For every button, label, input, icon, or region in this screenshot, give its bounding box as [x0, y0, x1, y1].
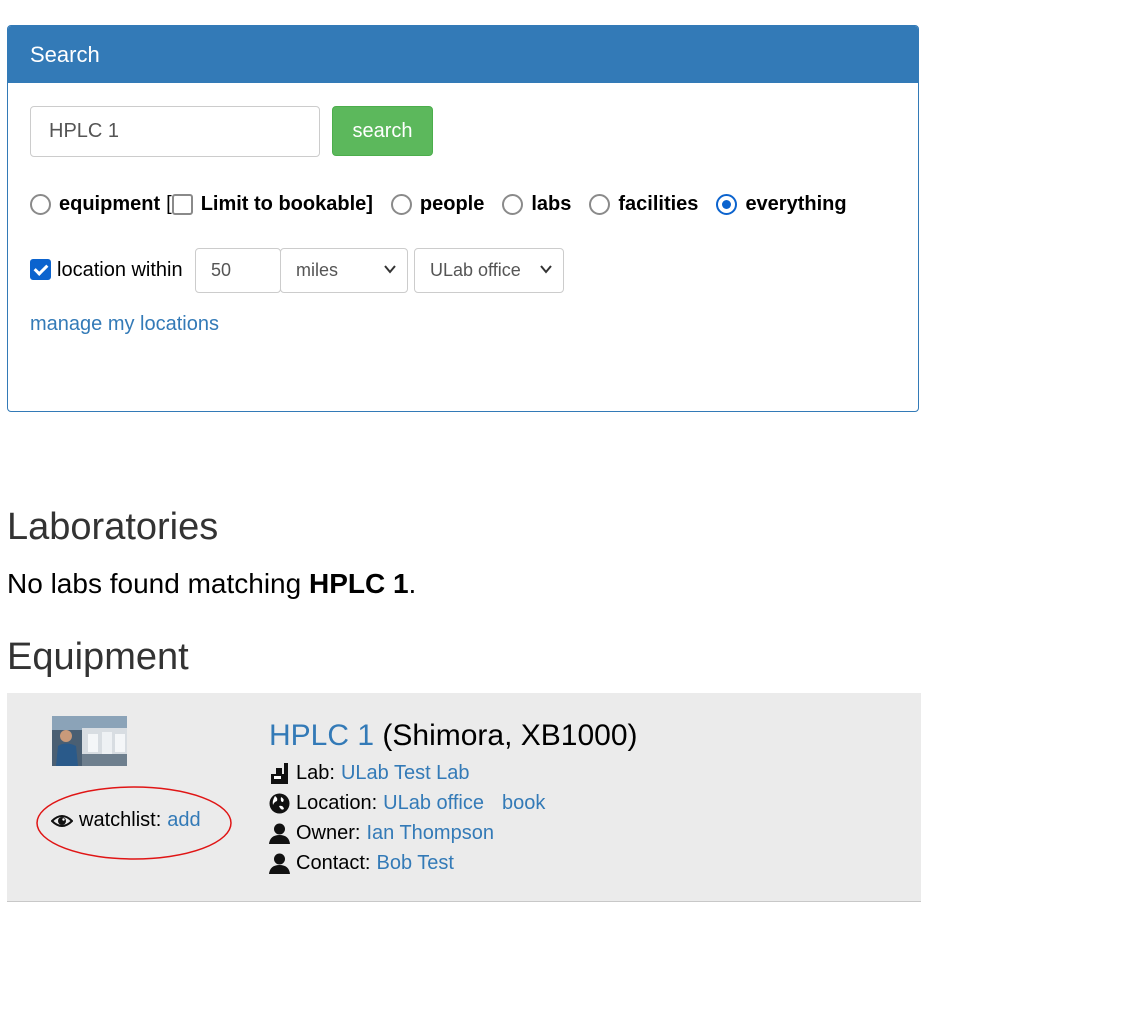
radio-facilities-label: facilities: [618, 192, 699, 215]
no-labs-suffix: .: [408, 568, 417, 599]
laboratories-heading: Laboratories: [7, 506, 219, 548]
limit-bookable-label: Limit to bookable]: [200, 192, 373, 215]
distance-input[interactable]: 50: [195, 248, 281, 293]
equipment-name-link[interactable]: HPLC 1: [269, 719, 374, 752]
contact-link[interactable]: Bob Test: [376, 852, 453, 875]
no-labs-term: HPLC 1: [308, 568, 409, 599]
radio-labs[interactable]: [502, 193, 524, 215]
equipment-owner: Owner: Ian Thompson: [269, 822, 494, 845]
location-link[interactable]: ULab office: [383, 792, 484, 815]
chevron-down-icon: [384, 265, 396, 274]
equipment-contact: Contact: Bob Test: [269, 852, 454, 875]
distance-unit-value: miles: [296, 260, 339, 280]
distance-value: 50: [211, 260, 232, 280]
radio-labs-label: labs: [531, 192, 572, 215]
owner-link[interactable]: Ian Thompson: [366, 822, 494, 845]
search-button[interactable]: search: [332, 106, 433, 156]
radio-everything-label: everything: [745, 192, 847, 215]
location-select[interactable]: ULab office: [414, 248, 564, 293]
search-panel-heading: Search: [8, 26, 918, 83]
location-within-label: location within: [57, 259, 183, 281]
radio-facilities[interactable]: [589, 193, 611, 215]
equipment-lab: Lab: ULab Test Lab: [269, 762, 470, 785]
no-labs-prefix: No labs found matching: [7, 568, 309, 599]
globe-icon: [269, 793, 290, 814]
watchlist-label: watchlist:: [79, 809, 162, 831]
lab-link[interactable]: ULab Test Lab: [341, 762, 470, 785]
location-within-checkbox[interactable]: [30, 259, 51, 280]
radio-people-label: people: [419, 192, 485, 215]
lab-label: Lab:: [296, 762, 335, 784]
search-panel: Search search equipment [ Limit to booka…: [7, 25, 919, 412]
equipment-title: HPLC 1 (Shimora, XB1000): [269, 719, 638, 753]
chevron-down-icon: [540, 265, 552, 274]
user-icon: [269, 823, 290, 844]
search-scope-options: equipment [ Limit to bookable] people la…: [30, 192, 847, 216]
book-link[interactable]: book: [502, 792, 545, 815]
radio-equipment[interactable]: [30, 193, 51, 215]
owner-label: Owner:: [296, 822, 361, 844]
watchlist-add-link[interactable]: add: [167, 809, 200, 832]
limit-bookable-checkbox[interactable]: [171, 193, 193, 215]
equipment-detail: (Shimora, XB1000): [382, 719, 638, 752]
contact-label: Contact:: [296, 852, 371, 874]
equipment-location: Location: ULab office book: [269, 792, 545, 815]
equipment-result-row: watchlist: add HPLC 1 (Shimora, XB1000) …: [7, 693, 921, 902]
user-icon: [269, 853, 290, 874]
location-label: Location:: [296, 792, 378, 814]
watchlist: watchlist: add: [51, 809, 201, 832]
radio-everything[interactable]: [716, 193, 738, 215]
lab-icon: [271, 763, 288, 784]
bracket-open: [: [166, 192, 172, 215]
eye-icon: [51, 814, 73, 827]
radio-people[interactable]: [390, 193, 412, 215]
radio-equipment-label: equipment: [59, 192, 161, 215]
location-select-value: ULab office: [430, 260, 521, 280]
no-labs-message: No labs found matching HPLC 1.: [7, 568, 416, 600]
manage-locations-link[interactable]: manage my locations: [30, 313, 219, 336]
distance-unit-select[interactable]: miles: [280, 248, 408, 293]
search-input[interactable]: [30, 106, 320, 157]
equipment-thumbnail[interactable]: [52, 716, 127, 766]
equipment-heading: Equipment: [7, 636, 189, 678]
